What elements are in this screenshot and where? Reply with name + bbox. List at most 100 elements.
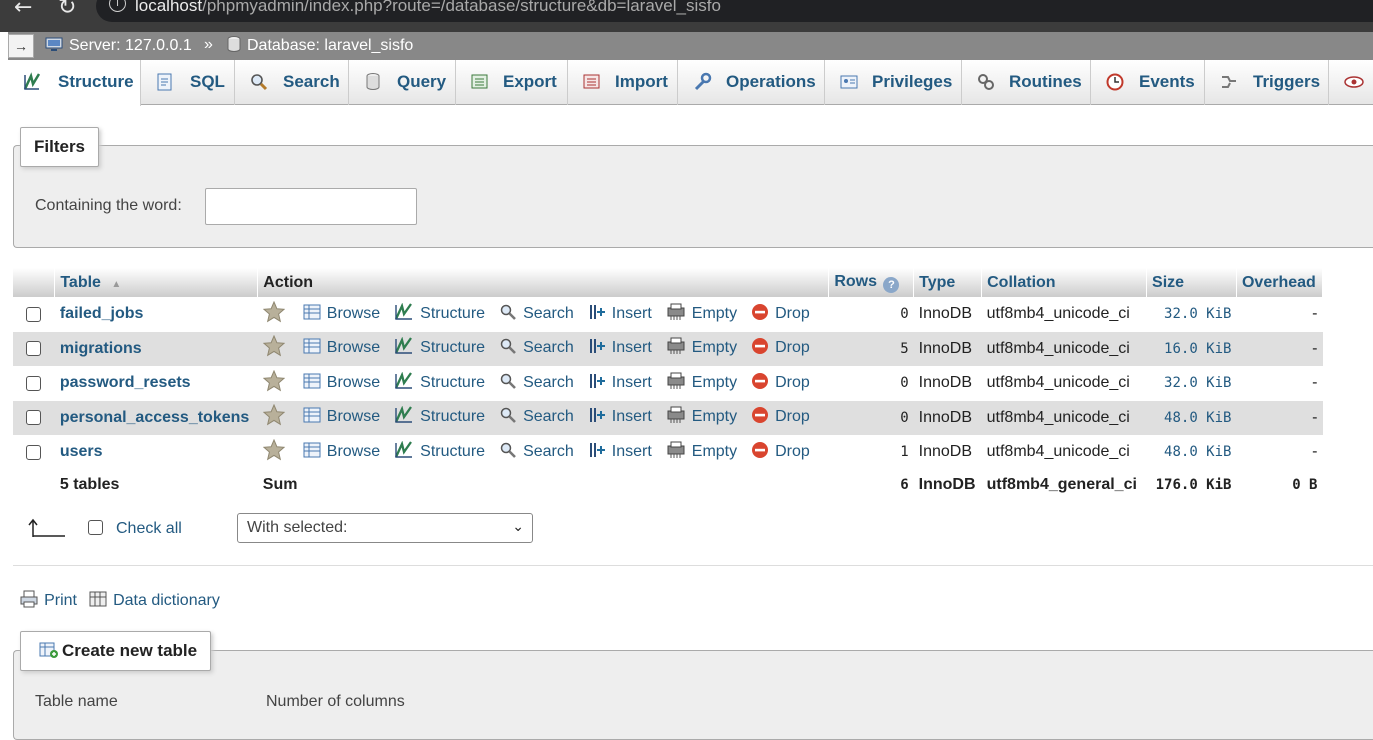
tab-structure[interactable]: Structure — [8, 60, 141, 106]
drop-action[interactable]: Drop — [751, 441, 810, 464]
size-cell[interactable]: 16.0 KiB — [1146, 331, 1237, 366]
browse-action[interactable]: Browse — [303, 406, 380, 429]
data-dictionary-link[interactable]: Data dictionary — [88, 589, 220, 610]
overhead-column-header[interactable]: Overhead — [1236, 268, 1324, 297]
table-name-link[interactable]: migrations — [60, 340, 142, 357]
tab-query[interactable]: Query — [349, 60, 456, 105]
rows-column-header[interactable]: Rows ? — [828, 268, 915, 297]
collapse-navigation-button[interactable]: → — [8, 34, 34, 58]
containing-word-input[interactable] — [205, 188, 417, 225]
tab-routines[interactable]: Routines — [962, 60, 1091, 105]
search-action[interactable]: Search — [499, 372, 574, 395]
drop-action[interactable]: Drop — [751, 372, 810, 395]
favorite-star-icon[interactable] — [262, 403, 286, 431]
search-action[interactable]: Search — [499, 406, 574, 429]
url-text[interactable]: localhost/phpmyadmin/index.php?route=/da… — [135, 0, 721, 16]
actions-cell: Browse Structure Search Insert Empty Drop — [257, 297, 829, 332]
table-name-link[interactable]: password_resets — [60, 374, 191, 391]
tab-views[interactable] — [1329, 60, 1373, 105]
breadcrumb-server-label: Server: 127.0.0.1 — [69, 37, 192, 54]
collation-column-header[interactable]: Collation — [981, 268, 1148, 297]
insert-action[interactable]: Insert — [588, 303, 652, 326]
search-action[interactable]: Search — [499, 337, 574, 360]
insert-action[interactable]: Insert — [588, 406, 652, 429]
empty-action[interactable]: Empty — [666, 441, 737, 464]
empty-action[interactable]: Empty — [666, 303, 737, 326]
row-checkbox[interactable] — [26, 341, 41, 357]
tab-privileges[interactable]: Privileges — [825, 60, 962, 105]
tab-sql[interactable]: SQL — [141, 60, 235, 105]
table-name-link[interactable]: users — [60, 443, 103, 460]
print-link[interactable]: Print — [19, 589, 77, 610]
insert-action[interactable]: Insert — [588, 372, 652, 395]
breadcrumb-server[interactable]: Server: 127.0.0.1 — [45, 36, 192, 55]
structure-action[interactable]: Structure — [394, 405, 485, 429]
table-column-header[interactable]: Table ▲ — [54, 268, 259, 297]
tab-import[interactable]: Import — [568, 60, 678, 105]
structure-action[interactable]: Structure — [394, 302, 485, 326]
row-checkbox[interactable] — [26, 410, 41, 426]
size-column-label: Size — [1152, 273, 1185, 291]
drop-action[interactable]: Drop — [751, 406, 810, 429]
browse-action[interactable]: Browse — [303, 441, 380, 464]
check-all-checkbox[interactable] — [88, 520, 103, 535]
search-action[interactable]: Search — [499, 303, 574, 326]
table-column-label: Table — [60, 273, 101, 291]
size-cell[interactable]: 48.0 KiB — [1146, 435, 1237, 470]
favorite-star-icon[interactable] — [262, 334, 286, 362]
search-icon — [251, 74, 268, 91]
table-name-link[interactable]: failed_jobs — [60, 305, 144, 322]
size-cell[interactable]: 48.0 KiB — [1146, 400, 1237, 435]
size-cell[interactable]: 32.0 KiB — [1146, 297, 1237, 332]
reload-icon[interactable]: ↻ — [58, 0, 76, 20]
insert-action[interactable]: Insert — [588, 337, 652, 360]
with-selected-dropdown[interactable]: With selected: ⌄ — [237, 513, 533, 543]
check-all-label[interactable]: Check all — [116, 520, 182, 538]
row-checkbox[interactable] — [26, 444, 41, 460]
row-count-cell: 0 — [828, 366, 914, 401]
search-action-label: Search — [523, 304, 574, 322]
row-checkbox[interactable] — [26, 375, 41, 391]
favorite-star-icon[interactable] — [262, 369, 286, 397]
favorite-star-icon[interactable] — [262, 438, 286, 466]
structure-action[interactable]: Structure — [394, 440, 485, 464]
table-name-link[interactable]: personal_access_tokens — [60, 409, 249, 426]
sql-icon — [157, 73, 172, 91]
row-checkbox[interactable] — [26, 306, 41, 322]
search-action-label: Search — [523, 408, 574, 426]
insert-action-label: Insert — [611, 442, 652, 460]
empty-action[interactable]: Empty — [666, 337, 737, 360]
tab-export[interactable]: Export — [456, 60, 568, 105]
empty-icon — [666, 406, 686, 429]
empty-action[interactable]: Empty — [666, 406, 737, 429]
breadcrumb-database[interactable]: Database: laravel_sisfo — [227, 36, 413, 55]
tab-operations[interactable]: Operations — [678, 60, 825, 105]
tab-search[interactable]: Search — [235, 60, 349, 105]
type-column-header[interactable]: Type — [913, 268, 983, 297]
tab-export-label: Export — [503, 72, 557, 91]
insert-action-label: Insert — [611, 339, 652, 357]
insert-action[interactable]: Insert — [588, 441, 652, 464]
structure-action[interactable]: Structure — [394, 336, 485, 360]
empty-icon — [666, 441, 686, 464]
size-cell[interactable]: 32.0 KiB — [1146, 366, 1237, 401]
tab-triggers-label: Triggers — [1253, 72, 1321, 91]
drop-action[interactable]: Drop — [751, 337, 810, 360]
empty-action[interactable]: Empty — [666, 372, 737, 395]
search-action[interactable]: Search — [499, 441, 574, 464]
structure-action[interactable]: Structure — [394, 371, 485, 395]
browse-action[interactable]: Browse — [303, 303, 380, 326]
browse-action[interactable]: Browse — [303, 337, 380, 360]
routines-icon — [978, 74, 994, 90]
back-arrow-icon[interactable]: ← — [14, 0, 32, 20]
size-column-header[interactable]: Size — [1146, 268, 1237, 297]
drop-action-label: Drop — [775, 442, 810, 460]
table-name-cell: users — [54, 435, 258, 470]
engine-type-cell: InnoDB — [913, 400, 982, 435]
help-icon[interactable]: ? — [883, 276, 900, 293]
tab-events[interactable]: Events — [1091, 60, 1205, 105]
drop-action[interactable]: Drop — [751, 303, 810, 326]
browse-action[interactable]: Browse — [303, 372, 380, 395]
tab-triggers[interactable]: Triggers — [1205, 60, 1329, 105]
favorite-star-icon[interactable] — [262, 300, 286, 328]
